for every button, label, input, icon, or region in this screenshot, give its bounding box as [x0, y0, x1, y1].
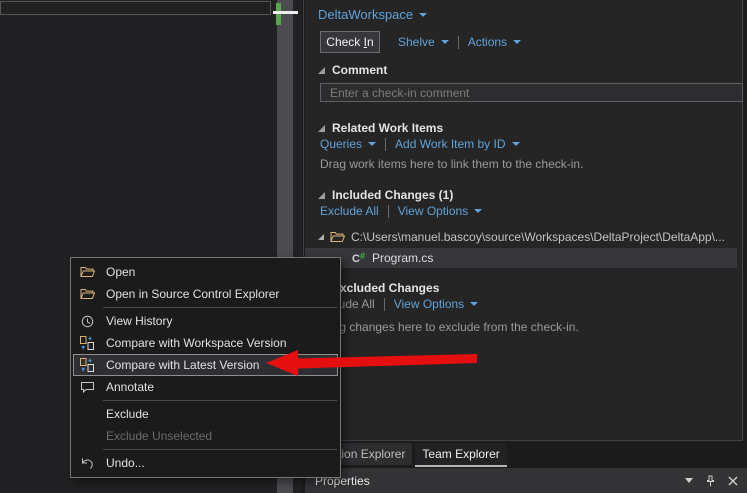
excluded-header-label: Excluded Changes [332, 281, 439, 295]
chevron-down-icon [474, 209, 482, 213]
links-divider [384, 298, 385, 311]
menu-item-label: Open [106, 265, 135, 279]
menu-item-label: Compare with Latest Version [106, 358, 259, 372]
file-name-label: Program.cs [372, 251, 433, 265]
shelve-label: Shelve [398, 35, 435, 49]
menu-item-undo[interactable]: Undo... [71, 452, 340, 474]
chevron-down-icon [368, 142, 376, 146]
open-folder-icon [77, 288, 97, 300]
related-work-items-header[interactable]: Related Work Items [318, 121, 443, 135]
compare-icon [77, 335, 97, 351]
chevron-down-icon [419, 13, 427, 17]
menu-separator [103, 400, 337, 401]
close-icon[interactable] [728, 476, 738, 486]
chevron-down-icon [513, 40, 521, 44]
view-options-dropdown[interactable]: View Options [398, 204, 482, 218]
undo-icon [77, 457, 97, 470]
workspace-dropdown[interactable]: DeltaWorkspace [318, 7, 427, 22]
properties-header-icons [685, 475, 747, 487]
changed-file-row-selected[interactable]: C# Program.cs [305, 248, 737, 268]
tree-collapse-icon [318, 234, 324, 240]
workspace-name: DeltaWorkspace [318, 7, 413, 22]
queries-label: Queries [320, 137, 362, 151]
window-menu-chevron-icon[interactable] [685, 478, 693, 483]
pin-icon[interactable] [706, 475, 715, 487]
chevron-down-icon [470, 302, 478, 306]
annotate-icon [77, 381, 97, 394]
menu-item-view-history[interactable]: View History [71, 310, 340, 332]
related-drop-hint: Drag work items here to link them to the… [320, 157, 583, 171]
view-options-label: View Options [394, 297, 464, 311]
queries-dropdown[interactable]: Queries [320, 137, 376, 151]
excluded-links-row: Include All View Options [320, 297, 478, 311]
menu-item-open[interactable]: Open [71, 261, 340, 283]
menu-item-exclude[interactable]: Exclude [71, 403, 340, 425]
shelve-dropdown[interactable]: Shelve [398, 35, 449, 49]
links-divider [385, 138, 386, 151]
folder-path-label: C:\Users\manuel.bascoy\source\Workspaces… [351, 230, 725, 244]
chevron-down-icon [441, 40, 449, 44]
chevron-down-icon [512, 142, 520, 146]
checkin-comment-input[interactable] [320, 83, 743, 102]
menu-item-label: Exclude Unselected [106, 429, 212, 443]
related-header-label: Related Work Items [332, 121, 443, 135]
comment-header-label: Comment [332, 63, 387, 77]
comment-section-header[interactable]: Comment [318, 63, 387, 77]
visual-studio-window: DeltaWorkspace Check In Shelve Actions C… [0, 0, 747, 493]
toolbar-divider [458, 36, 459, 49]
actions-dropdown[interactable]: Actions [468, 35, 521, 49]
open-folder-icon [330, 231, 345, 243]
csharp-file-icon: C# [352, 251, 365, 265]
included-header-label: Included Changes (1) [332, 188, 453, 202]
checkin-toolbar: Check In Shelve Actions [320, 31, 521, 53]
menu-item-exclude-unselected-disabled: Exclude Unselected [71, 425, 340, 447]
view-options-label: View Options [398, 204, 468, 218]
csharp-icon-letter: C [352, 253, 360, 265]
collapse-icon [318, 125, 325, 132]
actions-label: Actions [468, 35, 507, 49]
included-changes-header[interactable]: Included Changes (1) [318, 188, 453, 202]
history-icon [77, 314, 97, 329]
view-options-dropdown[interactable]: View Options [394, 297, 478, 311]
scrollbar-change-marker [276, 3, 281, 25]
collapse-icon [318, 192, 325, 199]
red-annotation-arrow-icon [258, 342, 480, 382]
open-folder-icon [77, 266, 97, 278]
exclude-all-link[interactable]: Exclude All [320, 204, 379, 218]
menu-item-label: View History [106, 314, 172, 328]
add-work-item-label: Add Work Item by ID [395, 137, 505, 151]
check-in-button[interactable]: Check In [320, 31, 380, 53]
scrollbar-caret-marker [273, 11, 298, 14]
compare-icon [77, 357, 97, 373]
included-links-row: Exclude All View Options [320, 204, 482, 218]
properties-panel-header: Properties [305, 468, 747, 493]
menu-separator [103, 449, 337, 450]
menu-item-label: Annotate [106, 380, 154, 394]
menu-item-open-in-source-control-explorer[interactable]: Open in Source Control Explorer [71, 283, 340, 305]
tab-team-explorer[interactable]: Team Explorer [415, 443, 506, 467]
changes-folder-node[interactable]: C:\Users\manuel.bascoy\source\Workspaces… [318, 230, 738, 244]
add-work-item-dropdown[interactable]: Add Work Item by ID [395, 137, 519, 151]
csharp-icon-sharp: # [360, 251, 365, 261]
menu-separator [103, 307, 337, 308]
collapse-icon [318, 67, 325, 74]
excluded-drop-hint: Drag changes here to exclude from the ch… [320, 320, 579, 334]
check-in-label-end: n [367, 35, 374, 49]
related-links-row: Queries Add Work Item by ID [320, 137, 520, 151]
menu-item-label: Undo... [106, 456, 145, 470]
menu-item-label: Open in Source Control Explorer [106, 287, 279, 301]
editor-top-frame [0, 1, 271, 15]
check-in-label: Check [326, 35, 363, 49]
links-divider [388, 205, 389, 218]
menu-item-label: Exclude [106, 407, 149, 421]
